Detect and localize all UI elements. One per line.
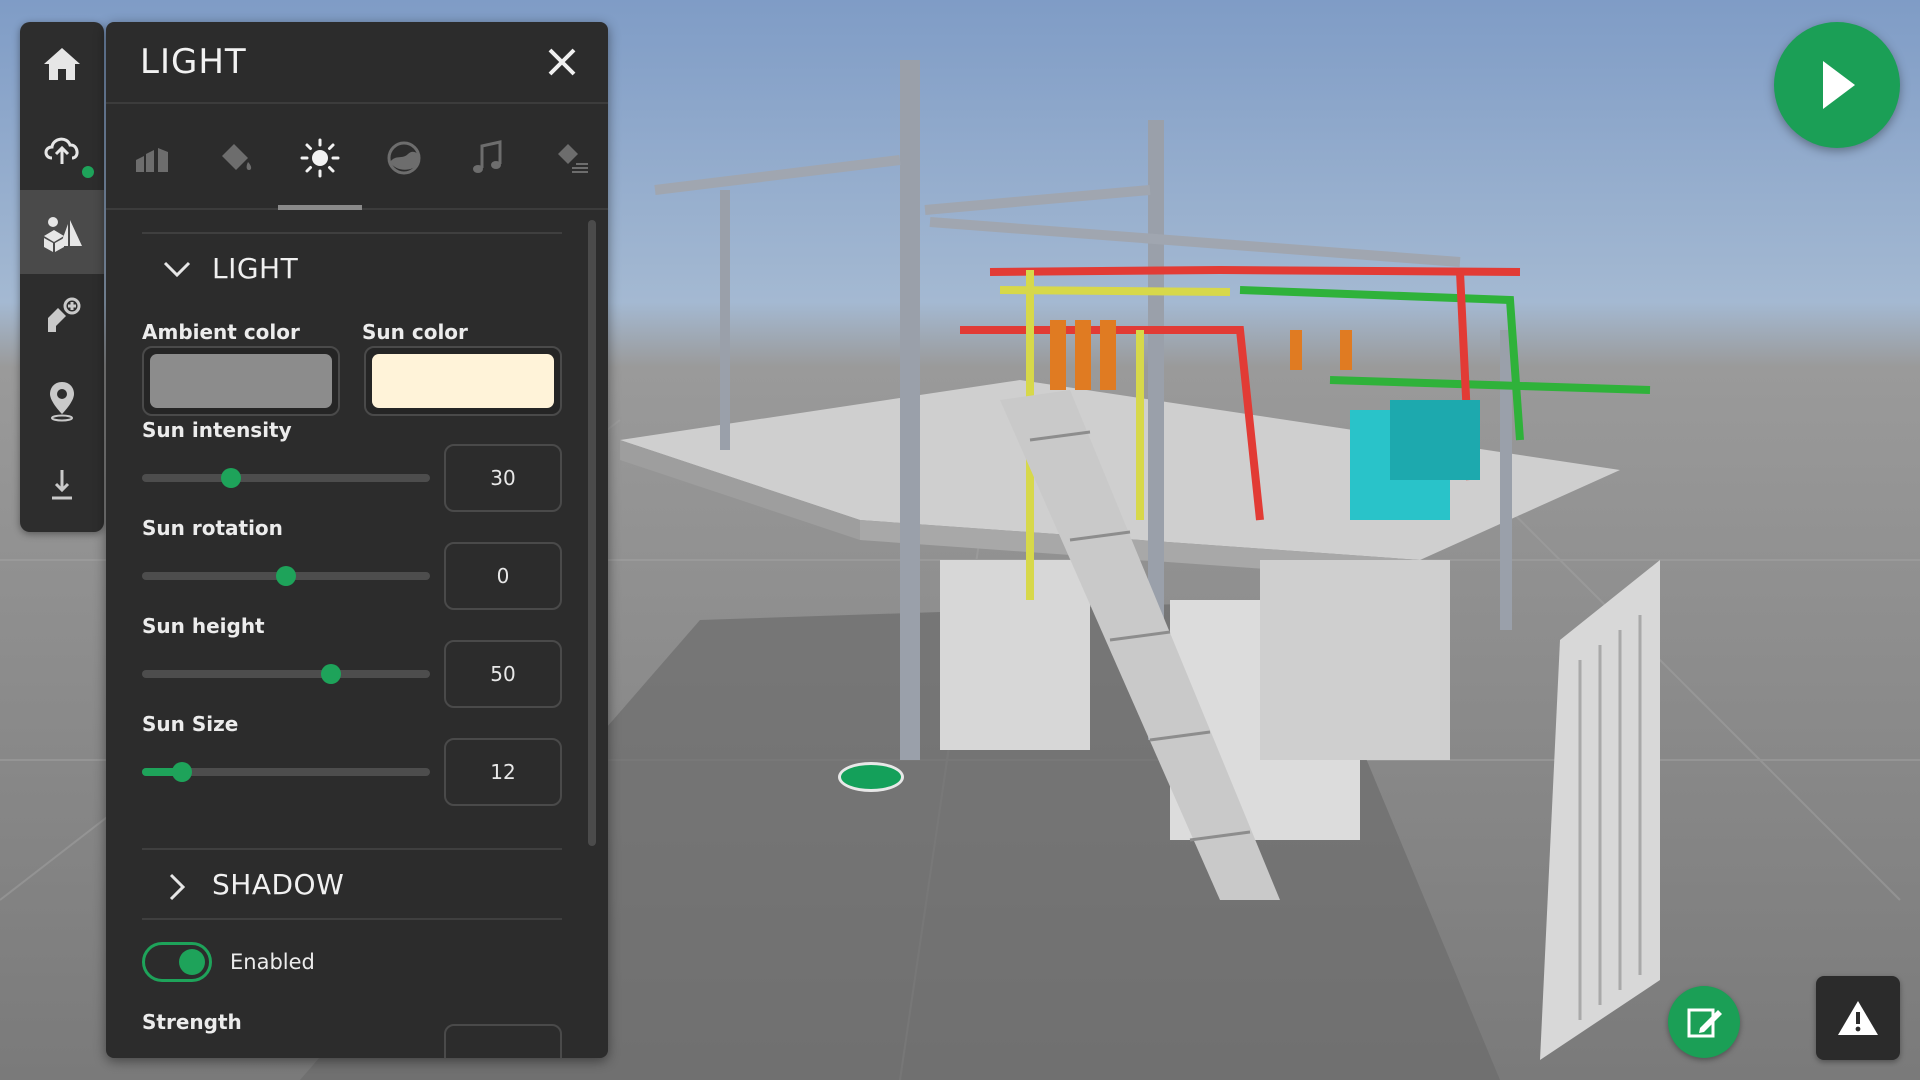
location-pin-icon (50, 382, 74, 422)
tab-materials[interactable] (194, 106, 278, 210)
buildings-icon (136, 148, 168, 172)
home-button[interactable] (20, 22, 104, 106)
tab-environment[interactable] (362, 106, 446, 210)
online-status-dot (80, 164, 96, 180)
scene-objects-icon (44, 217, 82, 252)
light-settings-panel: LIGHT LIGHT Ambient color Sun color Sun … (106, 22, 608, 1058)
sun-intensity-input[interactable]: 30 (444, 444, 562, 512)
sun-color-fill (372, 354, 554, 408)
slider-handle[interactable] (172, 762, 193, 782)
download-icon (52, 470, 72, 500)
music-note-icon (473, 140, 502, 173)
tab-buildings[interactable] (110, 106, 194, 210)
sun-height-label: Sun height (142, 614, 265, 638)
panel-scrollbar[interactable] (588, 220, 596, 846)
sun-color-swatch[interactable] (364, 346, 562, 416)
section-divider (142, 918, 562, 920)
sun-height-slider[interactable] (142, 664, 430, 684)
environment-globe-icon (387, 141, 421, 175)
ground-position-marker[interactable] (838, 762, 904, 792)
cloud-upload-button[interactable] (20, 106, 104, 190)
edit-notes-button[interactable] (1668, 986, 1740, 1058)
sun-size-label: Sun Size (142, 712, 239, 736)
slider-handle[interactable] (221, 468, 242, 488)
warnings-button[interactable] (1816, 976, 1900, 1060)
play-icon (1823, 61, 1855, 109)
location-button[interactable] (20, 358, 104, 442)
shadow-enabled-toggle[interactable] (142, 942, 212, 982)
sun-rotation-label: Sun rotation (142, 516, 283, 540)
edit-note-icon (1687, 1008, 1722, 1038)
close-icon (548, 48, 576, 76)
main-toolbar (20, 22, 104, 532)
tab-paint-layers[interactable] (530, 106, 608, 210)
warning-icon (1838, 1001, 1878, 1035)
download-button[interactable] (20, 442, 104, 526)
ambient-color-swatch[interactable] (142, 346, 340, 416)
tab-light[interactable] (278, 106, 362, 210)
sun-intensity-slider[interactable] (142, 468, 430, 488)
toggle-knob (179, 949, 205, 975)
tab-sound[interactable] (446, 106, 530, 210)
paint-layers-icon (558, 144, 588, 173)
sun-size-slider[interactable] (142, 762, 430, 782)
add-tool-icon (48, 297, 81, 332)
slider-handle[interactable] (320, 664, 341, 684)
paint-bucket-icon (222, 144, 252, 170)
shadow-enabled-label: Enabled (230, 950, 315, 974)
sun-height-input[interactable]: 50 (444, 640, 562, 708)
ambient-color-fill (150, 354, 332, 408)
section-divider (142, 232, 562, 234)
panel-header: LIGHT (106, 22, 608, 104)
home-icon (44, 48, 80, 80)
section-divider (142, 848, 562, 850)
sun-size-input[interactable]: 12 (444, 738, 562, 806)
chevron-down-icon (163, 261, 191, 278)
shadow-strength-label: Strength (142, 1010, 242, 1034)
light-section-title: LIGHT (212, 252, 299, 285)
panel-title: LIGHT (140, 42, 247, 82)
cloud-upload-icon (44, 137, 79, 164)
sun-color-label: Sun color (362, 320, 468, 344)
sun-intensity-label: Sun intensity (142, 418, 292, 442)
chevron-right-icon (169, 873, 186, 901)
sun-icon (300, 138, 340, 178)
shadow-strength-input[interactable] (444, 1024, 562, 1058)
ambient-color-label: Ambient color (142, 320, 300, 344)
close-button[interactable] (542, 42, 582, 82)
sun-rotation-input[interactable]: 0 (444, 542, 562, 610)
add-tool-button[interactable] (20, 274, 104, 358)
panel-tabs (106, 106, 608, 210)
slider-handle[interactable] (276, 566, 296, 586)
play-button[interactable] (1774, 22, 1900, 148)
scene-objects-button[interactable] (20, 190, 104, 274)
sun-rotation-slider[interactable] (142, 566, 430, 586)
shadow-section-title: SHADOW (212, 868, 345, 901)
